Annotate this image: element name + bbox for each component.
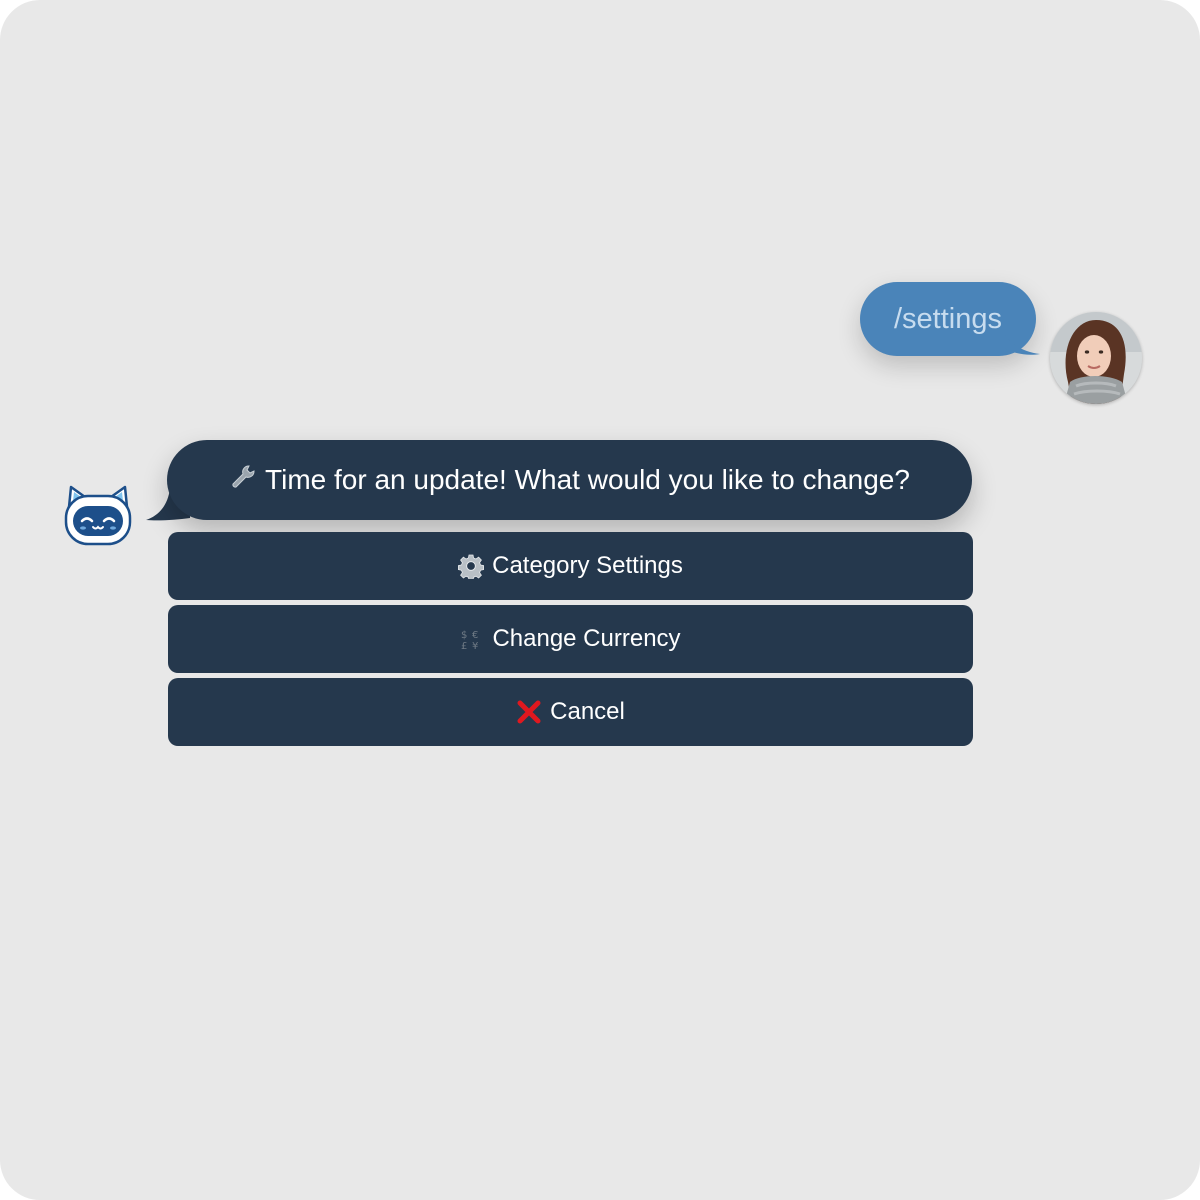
svg-text:€: € [472,630,478,641]
chat-canvas: /settings Time for an update! What would… [0,0,1200,1200]
bot-message-text: Time for an update! What would you like … [265,464,910,495]
category-settings-button[interactable]: Category Settings [168,532,973,600]
change-currency-label: Change Currency [492,625,681,652]
change-currency-button[interactable]: $ € £ ¥ Change Currency [168,605,973,673]
bot-message-bubble: Time for an update! What would you like … [167,440,972,520]
wrench-icon [229,463,257,498]
svg-text:$: $ [461,630,467,641]
svg-text:¥: ¥ [472,641,478,651]
user-message-text: /settings [894,302,1002,335]
category-settings-label: Category Settings [492,552,683,579]
cancel-label: Cancel [550,698,625,725]
currency-exchange-icon: $ € £ ¥ [460,627,484,651]
cancel-button[interactable]: Cancel [168,678,973,746]
svg-text:£: £ [461,641,467,651]
bot-avatar-icon [64,485,132,546]
gear-icon [458,553,485,579]
user-avatar[interactable] [1050,312,1142,404]
red-x-icon [516,699,542,725]
user-bubble-tail [1004,334,1040,355]
